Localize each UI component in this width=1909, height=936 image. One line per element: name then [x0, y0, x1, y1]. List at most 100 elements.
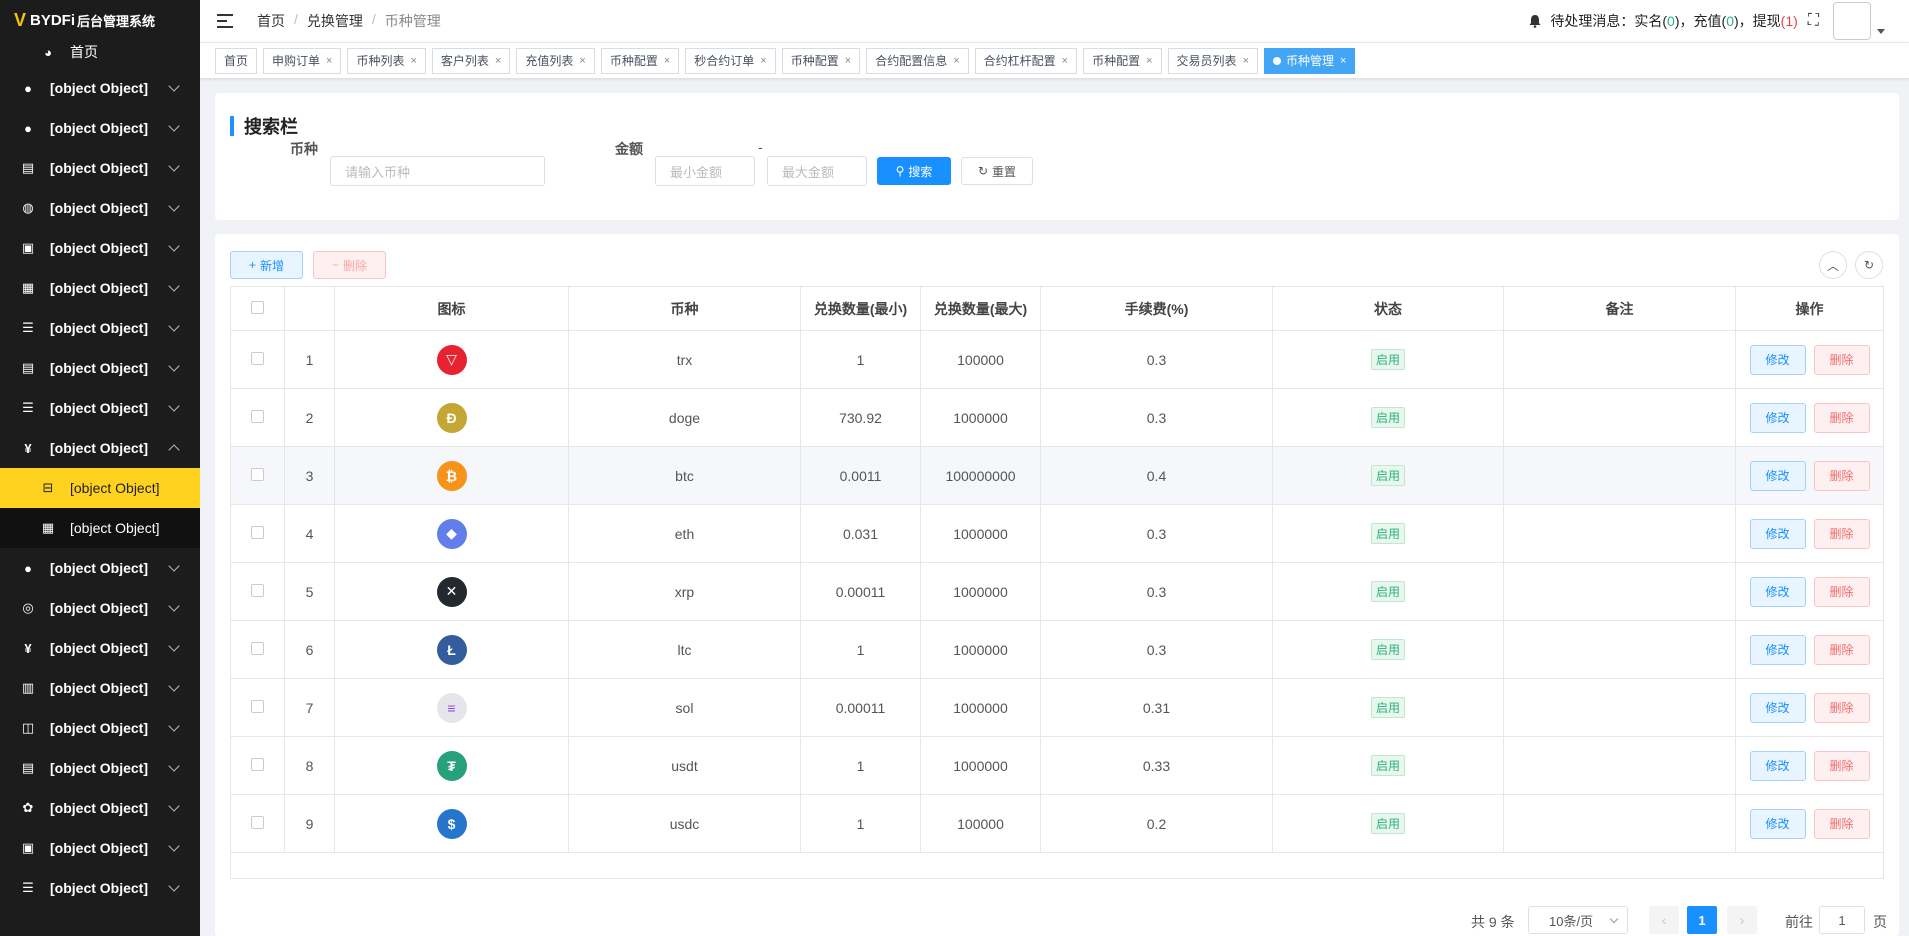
table-row[interactable]: 5 ✕ xrp 0.00011 1000000 0.3 启用 修改 删除: [230, 562, 1884, 621]
tab-tag[interactable]: 币种列表 ×: [347, 47, 426, 74]
row-checkbox[interactable]: [251, 409, 264, 423]
delete-button[interactable]: 删除: [1813, 518, 1870, 549]
edit-button[interactable]: 修改: [1749, 460, 1806, 491]
edit-button[interactable]: 修改: [1749, 692, 1806, 723]
edit-button[interactable]: 修改: [1749, 808, 1806, 839]
row-select-cell[interactable]: [230, 678, 285, 737]
sidebar-item[interactable]: ◎ [object Object]: [0, 588, 200, 628]
row-select-cell[interactable]: [230, 504, 285, 563]
row-checkbox[interactable]: [251, 525, 264, 539]
edit-button[interactable]: 修改: [1749, 576, 1806, 607]
sidebar-item[interactable]: ☰ [object Object]: [0, 868, 200, 908]
sidebar-item[interactable]: ▤ [object Object]: [0, 148, 200, 188]
row-select-cell[interactable]: [230, 620, 285, 679]
row-select-cell[interactable]: [230, 736, 285, 795]
close-icon[interactable]: ×: [495, 55, 501, 67]
tab-tag[interactable]: 币种配置 ×: [781, 47, 861, 74]
sidebar-item[interactable]: ¥ [object Object]: [0, 628, 200, 668]
table-row[interactable]: 8 ₮ usdt 1 1000000 0.33 启用 修改 删除: [230, 736, 1884, 795]
tab-tag[interactable]: 首页: [215, 47, 258, 74]
batch-delete-button[interactable]: − 删除: [313, 251, 386, 279]
edit-button[interactable]: 修改: [1749, 344, 1806, 375]
prev-page-button[interactable]: ‹: [1649, 906, 1679, 934]
add-button[interactable]: + 新增: [230, 251, 303, 279]
table-row[interactable]: 7 ≡ sol 0.00011 1000000 0.31 启用 修改 删除: [230, 678, 1884, 737]
sidebar-item[interactable]: ◫ [object Object]: [0, 708, 200, 748]
close-icon[interactable]: ×: [953, 55, 959, 67]
close-icon[interactable]: ×: [760, 55, 766, 67]
chevron-down-icon[interactable]: [1877, 28, 1885, 34]
sidebar-item[interactable]: ☰ [object Object]: [0, 388, 200, 428]
sidebar-item[interactable]: ▤ [object Object]: [0, 748, 200, 788]
sidebar-item[interactable]: ◍ [object Object]: [0, 188, 200, 228]
coin-input[interactable]: 请输入币种: [330, 156, 545, 186]
tab-tag[interactable]: 合约杠杆配置 ×: [974, 47, 1078, 74]
tab-tag[interactable]: 币种配置 ×: [600, 47, 680, 74]
delete-button[interactable]: 删除: [1813, 576, 1870, 607]
row-select-cell[interactable]: [230, 562, 285, 621]
row-checkbox[interactable]: [251, 467, 264, 481]
edit-button[interactable]: 修改: [1749, 518, 1806, 549]
row-checkbox[interactable]: [251, 351, 264, 365]
table-row[interactable]: 6 Łltc 1 1000000 0.3 启用 修改 删除: [230, 620, 1884, 679]
edit-button[interactable]: 修改: [1749, 402, 1806, 433]
close-icon[interactable]: ×: [1243, 55, 1249, 67]
sidebar-item[interactable]: ▦ [object Object]: [0, 268, 200, 308]
row-checkbox[interactable]: [251, 815, 264, 829]
table-row[interactable]: 4 ◆ eth 0.031 1000000 0.3 启用 修改 删除: [230, 504, 1884, 563]
edit-button[interactable]: 修改: [1749, 750, 1806, 781]
table-row[interactable]: 1 ▽ trx 1 100000 0.3 启用 修改 删除: [230, 330, 1884, 389]
max-amount-input[interactable]: 最大金额: [767, 156, 867, 186]
table-row[interactable]: 2 Ðdoge 730.92 1000000 0.3 启用 修改 删除: [230, 388, 1884, 447]
delete-button[interactable]: 删除: [1813, 750, 1870, 781]
row-select-cell[interactable]: [230, 794, 285, 853]
reset-button[interactable]: ↻ 重置: [961, 157, 1033, 185]
sidebar-item-home[interactable]: ◕ 首页: [0, 40, 200, 64]
row-checkbox[interactable]: [251, 583, 264, 597]
close-icon[interactable]: ×: [326, 55, 332, 67]
pending-notice[interactable]: 待处理消息：实名(0)，充值(0)，提现(1): [1550, 11, 1797, 31]
tab-tag[interactable]: 申购订单 ×: [263, 47, 342, 74]
delete-button[interactable]: 删除: [1813, 344, 1870, 375]
tab-tag[interactable]: 秒合约订单 ×: [685, 47, 776, 74]
tab-tag[interactable]: 币种管理 ×: [1264, 47, 1356, 74]
select-all-checkbox[interactable]: [251, 300, 264, 314]
select-all-cell[interactable]: [230, 286, 285, 331]
close-icon[interactable]: ×: [845, 55, 851, 67]
row-checkbox[interactable]: [251, 699, 264, 713]
tab-tag[interactable]: 客户列表 ×: [431, 47, 511, 74]
tab-tag[interactable]: 合约配置信息 ×: [866, 47, 969, 74]
sidebar-item[interactable]: ▣ [object Object]: [0, 828, 200, 868]
tab-tag[interactable]: 交易员列表 ×: [1167, 47, 1258, 74]
tab-tag[interactable]: 充值列表 ×: [516, 47, 595, 74]
sidebar-item[interactable]: ▦ [object Object]: [0, 508, 200, 548]
row-select-cell[interactable]: [230, 330, 285, 389]
breadcrumb-item-exchange[interactable]: 兑换管理: [307, 11, 363, 31]
sidebar-item[interactable]: ▥ [object Object]: [0, 668, 200, 708]
page-size-select[interactable]: 10条/页: [1528, 906, 1628, 934]
close-icon[interactable]: ×: [1146, 55, 1152, 67]
delete-button[interactable]: 删除: [1813, 460, 1870, 491]
sidebar-item[interactable]: ¥ [object Object]: [0, 428, 200, 468]
menu-toggle-icon[interactable]: [217, 14, 233, 28]
row-checkbox[interactable]: [251, 641, 264, 655]
delete-button[interactable]: 删除: [1813, 808, 1870, 839]
sidebar-item[interactable]: ⊟ [object Object]: [0, 468, 200, 508]
sidebar-item[interactable]: ☰ [object Object]: [0, 308, 200, 348]
next-page-button[interactable]: ›: [1727, 906, 1757, 934]
page-number-current[interactable]: 1: [1687, 906, 1717, 934]
close-icon[interactable]: ×: [664, 55, 670, 67]
sidebar-item[interactable]: ▤ [object Object]: [0, 348, 200, 388]
refresh-button[interactable]: ↻: [1855, 251, 1883, 279]
row-select-cell[interactable]: [230, 388, 285, 447]
table-row[interactable]: 9 $ usdc 1 100000 0.2 启用 修改 删除: [230, 794, 1884, 853]
delete-button[interactable]: 删除: [1813, 402, 1870, 433]
fullscreen-icon[interactable]: ⛶: [1808, 12, 1819, 30]
goto-page-input[interactable]: 1: [1819, 906, 1865, 934]
sidebar-item[interactable]: ● [object Object]: [0, 548, 200, 588]
sidebar-item[interactable]: ● [object Object]: [0, 68, 200, 108]
close-icon[interactable]: ×: [410, 55, 416, 67]
delete-button[interactable]: 删除: [1813, 634, 1870, 665]
row-checkbox[interactable]: [251, 757, 264, 771]
edit-button[interactable]: 修改: [1749, 634, 1806, 665]
